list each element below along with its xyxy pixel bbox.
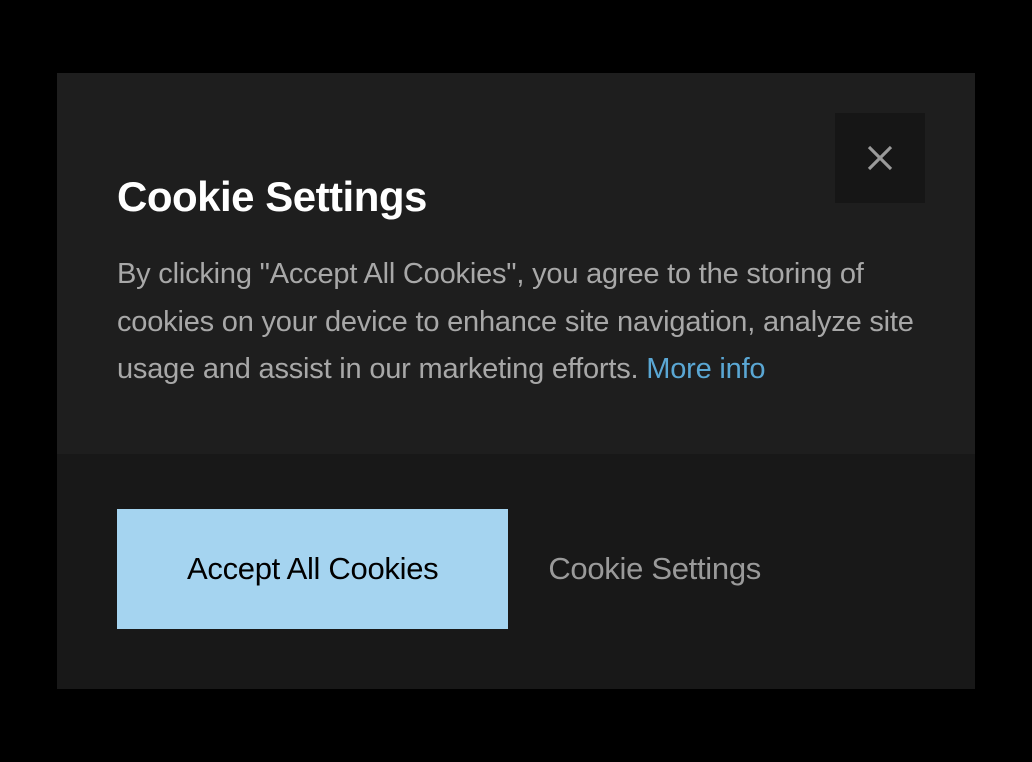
more-info-link[interactable]: More info [646,353,765,385]
cookie-settings-modal: Cookie Settings By clicking "Accept All … [57,73,975,690]
accept-all-cookies-button[interactable]: Accept All Cookies [117,509,508,629]
modal-description: By clicking "Accept All Cookies", you ag… [117,251,915,395]
close-button[interactable] [835,113,925,203]
modal-title: Cookie Settings [117,173,915,221]
modal-body: Cookie Settings By clicking "Accept All … [57,73,975,455]
cookie-settings-button[interactable]: Cookie Settings [548,551,761,587]
modal-description-text: By clicking "Accept All Cookies", you ag… [117,258,914,386]
modal-footer: Accept All Cookies Cookie Settings [57,454,975,689]
close-icon [863,141,897,175]
